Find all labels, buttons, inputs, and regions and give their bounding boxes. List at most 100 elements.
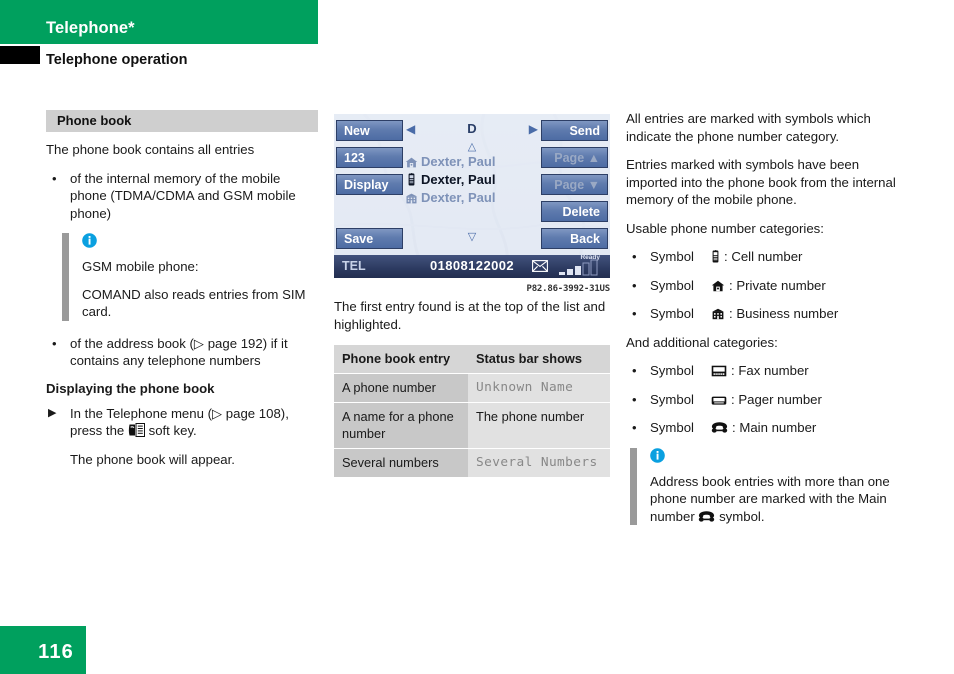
symbol-meaning-label: : Fax number xyxy=(731,363,809,378)
right-column: All entries are marked with symbols whic… xyxy=(626,110,908,539)
envelope-icon xyxy=(532,259,548,277)
middle-column: New 123 Display Save Send Page ▲ Page ▼ … xyxy=(334,110,610,478)
list-item: • Symbol : Business number xyxy=(626,305,908,323)
info-note-gsm: GSM mobile phone: COMAND also reads entr… xyxy=(62,233,318,321)
nav-right-arrow-icon[interactable]: ▶ xyxy=(529,122,538,136)
office-icon xyxy=(711,306,729,321)
symbol-prefix-label: Symbol xyxy=(650,363,694,378)
section-heading-phone-book: Phone book xyxy=(46,110,318,132)
device-button-display[interactable]: Display xyxy=(336,174,403,195)
symbol-meaning-label: : Private number xyxy=(729,277,826,293)
paragraph-symbols-intro: All entries are marked with symbols whic… xyxy=(626,111,871,144)
note-text-post: symbol. xyxy=(719,508,765,524)
bullet-dot-icon: • xyxy=(632,277,637,293)
figure-caption: P82.86-3992-31US xyxy=(526,284,611,294)
main-phone-icon xyxy=(698,509,719,524)
bullet-dot-icon: • xyxy=(52,170,57,186)
symbol-meaning-label: : Cell number xyxy=(724,249,803,264)
info-icon xyxy=(650,447,908,466)
symbol-prefix-label: Symbol xyxy=(650,391,694,407)
office-icon xyxy=(402,190,421,205)
symbol-prefix-label: Symbol xyxy=(650,277,694,293)
main-phone-icon xyxy=(711,420,732,435)
table-row: Several numbers Several Numbers xyxy=(334,449,610,477)
bullet-dot-icon: • xyxy=(52,335,57,351)
phonebook-entry-list: Dexter, Paul Dexter, Paul Dexter, Paul xyxy=(402,152,552,206)
cellphone-icon xyxy=(711,249,724,264)
info-note-main-number: Address book entries with more than one … xyxy=(630,447,908,526)
table-cell-entry: Several numbers xyxy=(334,449,468,477)
device-alpha-nav-row: ◀ D ▶ xyxy=(400,120,544,139)
bullet-list-first: • of the internal memory of the mobile p… xyxy=(46,170,318,223)
page-header-band: Telephone* xyxy=(0,0,318,44)
list-item: • of the address book (▷ page 192) if it… xyxy=(46,335,318,370)
note-text-pre: Address book entries with more than one … xyxy=(650,473,890,524)
info-icon xyxy=(82,233,318,251)
figure-description-paragraph: The first entry found is at the top of t… xyxy=(334,299,606,332)
note-body: Address book entries with more than one … xyxy=(650,473,908,526)
list-item: • Symbol : Pager number xyxy=(626,391,908,409)
list-item[interactable]: Dexter, Paul xyxy=(402,152,552,170)
note-line-2: COMAND also reads entries from SIM card. xyxy=(82,286,306,320)
entry-name: Dexter, Paul xyxy=(421,153,496,169)
symbol-prefix-label: Symbol xyxy=(650,249,694,264)
bullet-dot-icon: • xyxy=(632,363,637,378)
paragraph-imported-entries: Entries marked with symbols have been im… xyxy=(626,157,896,207)
bullet-dot-icon: • xyxy=(632,249,637,264)
table-header-row: Phone book entry Status bar shows xyxy=(334,345,610,373)
table-header-cell: Phone book entry xyxy=(334,345,468,373)
scroll-down-indicator-icon[interactable]: ▽ xyxy=(334,230,610,243)
table-cell-entry: A name for a phone number xyxy=(334,403,468,448)
table-row: A name for a phone number The phone numb… xyxy=(334,403,610,448)
fax-icon xyxy=(711,363,731,378)
section-tab-marker xyxy=(0,46,40,64)
step-triangle-icon: ▶ xyxy=(48,406,57,419)
list-item-label: of the internal memory of the mobile pho… xyxy=(70,170,296,221)
table-cell-status: Several Numbers xyxy=(468,449,610,477)
home-icon xyxy=(402,154,421,169)
table-cell-status: Unknown Name xyxy=(468,374,610,402)
intro-paragraph: The phone book contains all entries xyxy=(46,142,255,157)
list-item[interactable]: Dexter, Paul xyxy=(402,188,552,206)
symbol-prefix-label: Symbol xyxy=(650,306,694,321)
note-line-1: GSM mobile phone: xyxy=(82,259,199,274)
symbol-list-primary: • Symbol : Cell number • Symbol: Privat… xyxy=(626,248,908,323)
home-icon xyxy=(711,278,729,293)
list-item: • Symbol : Main number xyxy=(626,419,908,437)
symbol-meaning-label: : Pager number xyxy=(731,391,822,407)
symbol-meaning-label: : Business number xyxy=(729,306,839,321)
symbol-meaning-label: : Main number xyxy=(732,420,817,435)
device-button-send[interactable]: Send xyxy=(541,120,608,141)
list-item: • Symbol : Private number xyxy=(626,277,908,295)
device-status-bar: TEL 01808122002 Ready xyxy=(334,254,610,278)
paragraph-usable-categories: Usable phone number categories: xyxy=(626,220,824,236)
list-item[interactable]: Dexter, Paul xyxy=(402,170,552,188)
subheading-displaying-phone-book: Displaying the phone book xyxy=(46,380,215,396)
page-subtitle: Telephone operation xyxy=(46,52,188,68)
page-number-badge: 116 xyxy=(0,626,86,674)
list-item-label: of the address book (▷ page 192) if it c… xyxy=(70,335,288,369)
phonebook-status-table: Phone book entry Status bar shows A phon… xyxy=(334,344,610,478)
bullet-dot-icon: • xyxy=(632,306,637,321)
step-text-post: soft key. xyxy=(148,423,197,438)
pager-icon xyxy=(711,392,731,407)
bullet-list-second: • of the address book (▷ page 192) if it… xyxy=(46,335,318,370)
list-item: ▶ In the Telephone menu (▷ page 108), pr… xyxy=(46,405,318,440)
entry-name: Dexter, Paul xyxy=(421,171,496,187)
phonebook-softkey-icon xyxy=(128,423,149,438)
step-result-text: The phone book will appear. xyxy=(70,451,235,467)
cellphone-icon xyxy=(402,172,421,187)
list-item: • of the internal memory of the mobile p… xyxy=(46,170,318,223)
table-header-cell: Status bar shows xyxy=(468,345,610,373)
list-item: • Symbol : Cell number xyxy=(626,248,908,266)
symbol-list-additional: • Symbol : Fax number • Symbol: Pager n… xyxy=(626,362,908,437)
device-button-new[interactable]: New xyxy=(336,120,403,141)
entry-name: Dexter, Paul xyxy=(421,189,496,205)
page-title: Telephone* xyxy=(46,19,135,37)
page-number: 116 xyxy=(38,641,74,663)
table-cell-status: The phone number xyxy=(468,403,610,448)
left-column: Phone book The phone book contains all e… xyxy=(46,110,318,479)
table-row: A phone number Unknown Name xyxy=(334,374,610,402)
note-sidebar-rule xyxy=(630,447,637,525)
note-sidebar-rule xyxy=(62,233,69,321)
